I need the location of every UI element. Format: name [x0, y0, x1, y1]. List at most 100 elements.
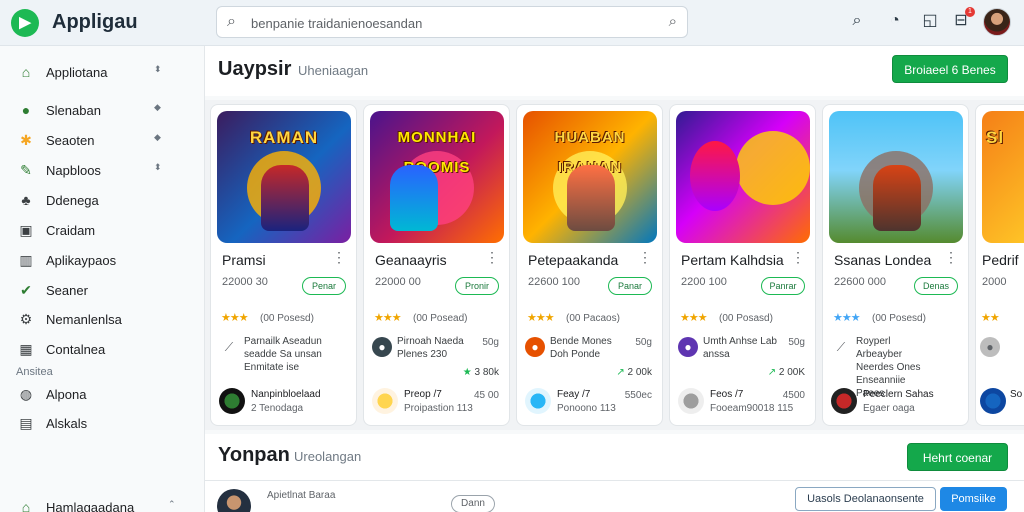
install-button[interactable]: Panrar — [761, 277, 805, 295]
search-input[interactable] — [251, 13, 651, 33]
sidebar-item-label: Alskals — [46, 416, 88, 431]
more-vert-icon[interactable]: ⋮ — [638, 249, 652, 266]
developer-stat: 4500 — [782, 390, 805, 401]
list-item-button[interactable]: Dann — [451, 495, 495, 512]
reviewer-avatar: ● — [980, 337, 1000, 357]
link-icon: ⟋ — [836, 340, 846, 354]
sidebar-item-contalnea[interactable]: ▦ Contalnea — [0, 336, 205, 362]
card-size: 22000 00 — [375, 276, 421, 288]
search-icon[interactable]: ⌕ — [846, 10, 868, 32]
sidebar-item-craidam[interactable]: ▣ Craidam — [0, 217, 205, 243]
avatar[interactable] — [983, 8, 1011, 36]
section-header: Uaypsir Uheniaagan Broiaeel 6 Benes — [205, 46, 1024, 96]
artwork-character — [873, 165, 921, 231]
more-vert-icon[interactable]: ⋮ — [332, 249, 346, 266]
more-vert-icon[interactable]: ⋮ — [791, 249, 805, 266]
bookmark-icon[interactable]: ◱ — [919, 10, 941, 32]
sidebar-item-seaner[interactable]: ✔ Seaner — [0, 277, 205, 303]
app-card[interactable]: Pertam Kalhdsia ⋮ 2200 100 Panrar ★★★ (0… — [669, 104, 816, 426]
sidebar-item-alpona[interactable]: ◍ Alpona — [0, 381, 205, 407]
chevron-down-icon[interactable]: ⬍ — [154, 162, 162, 173]
rating-count: (00 Pacaos) — [566, 313, 620, 324]
developer-name: Preop /7 — [404, 389, 442, 400]
app-card[interactable]: HUABAN IRAHAN Petepaakanda ⋮ 22600 100 P… — [516, 104, 663, 426]
app-card[interactable]: Sl Pedrif 2000 ★★ ● So — [975, 104, 1024, 426]
grid-icon: ▦ — [19, 341, 33, 357]
cart-icon[interactable]: ⊟ 1 — [950, 7, 975, 32]
sidebar-item-label: Ddenega — [46, 193, 99, 208]
reviewer-avatar: ● — [525, 337, 545, 357]
developer-avatar[interactable] — [678, 388, 704, 414]
section-action-button[interactable]: Hehrt coenar — [907, 443, 1008, 471]
app-artwork[interactable]: MONNHAI ROOMIS — [370, 111, 504, 243]
sidebar-item-hamlagaadana[interactable]: ⌂ Hamlagaadana ⌃ — [0, 494, 205, 512]
sidebar-item-label: Slenaban — [46, 103, 101, 118]
more-vert-icon[interactable]: ⋮ — [485, 249, 499, 266]
app-artwork[interactable] — [676, 111, 810, 243]
more-vert-icon[interactable]: ⋮ — [944, 249, 958, 266]
card-size: 22600 000 — [834, 276, 886, 288]
play-arrow-icon[interactable]: ▶ — [11, 9, 39, 37]
primary-button[interactable]: Pomsiike — [940, 487, 1007, 511]
list-item[interactable]: Apietlnat Baraa Dann Uasols Deolanaonsen… — [205, 480, 1024, 512]
search-icon[interactable]: ⌕ — [669, 13, 677, 30]
artwork-title: HUABAN IRAHAN — [554, 129, 626, 176]
book-icon: ▣ — [19, 222, 33, 238]
developer-avatar[interactable] — [219, 388, 245, 414]
review-text: Pirnoah Naeda Plenes 230 — [397, 336, 464, 360]
install-button[interactable]: Denas — [914, 277, 958, 295]
sidebar-item-nemanlenlsa[interactable]: ⚙ Nemanlenlsa — [0, 306, 205, 332]
developer-stat: 550ec — [624, 390, 652, 401]
card-size: 22600 100 — [528, 276, 580, 288]
developer-avatar[interactable] — [980, 388, 1006, 414]
developer-meta: Ponoono 113 — [557, 403, 616, 414]
app-icon: ▥ — [19, 252, 33, 268]
sidebar-item-aplikaypaos[interactable]: ▥ Aplikaypaos — [0, 247, 205, 273]
sidebar-item-seaoten[interactable]: ✱ Seaoten ◆ — [0, 127, 205, 153]
chevron-icon[interactable]: ◆ — [154, 102, 161, 113]
home-icon: ⌂ — [21, 499, 31, 512]
artwork-character — [261, 165, 309, 231]
palette-icon[interactable]: ◔ — [884, 10, 906, 32]
download-count-value: 2 00k — [627, 367, 652, 378]
circle-icon: ● — [21, 102, 31, 118]
chevron-icon[interactable]: ◆ — [154, 132, 161, 143]
avatar[interactable] — [217, 489, 251, 512]
people-icon: ♣ — [21, 192, 31, 208]
sidebar-item-alskals[interactable]: ▤ Alskals — [0, 410, 205, 436]
developer-avatar[interactable] — [525, 388, 551, 414]
review-meta: 50g — [788, 337, 805, 348]
app-artwork[interactable]: Sl — [982, 111, 1024, 243]
globe-icon: ◍ — [19, 386, 33, 402]
search-icon: ⌕ — [227, 13, 236, 30]
sidebar-item-home[interactable]: ⌂ Appliotana ⬍ — [0, 59, 205, 85]
install-button[interactable]: Penar — [302, 277, 346, 295]
section-title: Uaypsir — [218, 58, 292, 80]
app-card[interactable]: RAMAN Pramsi ⋮ 22000 30 Penar ★★★ (00 Po… — [210, 104, 357, 426]
secondary-button[interactable]: Uasols Deolanaonsente — [795, 487, 936, 511]
download-count-value: 2 00K — [778, 367, 805, 378]
app-card[interactable]: MONNHAI ROOMIS Geanaayris ⋮ 22000 00 Pro… — [363, 104, 510, 426]
install-button[interactable]: Pronir — [455, 277, 499, 295]
app-artwork[interactable] — [829, 111, 963, 243]
search-bar[interactable]: ⌕ ⌕ — [216, 6, 688, 38]
artwork-glow — [736, 131, 810, 205]
developer-avatar[interactable] — [831, 388, 857, 414]
artwork-title: Sl — [986, 128, 1005, 147]
card-size: 22000 30 — [222, 276, 268, 288]
app-card-carousel: RAMAN Pramsi ⋮ 22000 30 Penar ★★★ (00 Po… — [205, 100, 1024, 430]
app-artwork[interactable]: RAMAN — [217, 111, 351, 243]
sidebar-item-napbloos[interactable]: ✎ Napbloos ⬍ — [0, 157, 205, 183]
chevron-down-icon[interactable]: ⬍ — [154, 64, 162, 75]
sidebar-item-ddenega[interactable]: ♣ Ddenega — [0, 187, 205, 213]
app-card[interactable]: Ssanas Londea ⋮ 22600 000 Denas ★★★ (00 … — [822, 104, 969, 426]
rating-count: (00 Posead) — [413, 313, 468, 324]
install-button[interactable]: Panar — [608, 277, 652, 295]
section-action-button[interactable]: Broiaeel 6 Benes — [892, 55, 1008, 83]
sidebar-item-slenaban[interactable]: ● Slenaban ◆ — [0, 97, 205, 123]
developer-stat: 45 00 — [473, 390, 499, 401]
app-artwork[interactable]: HUABAN IRAHAN — [523, 111, 657, 243]
developer-avatar[interactable] — [372, 388, 398, 414]
chevron-up-icon[interactable]: ⌃ — [168, 499, 176, 510]
rating-count: (00 Posesd) — [260, 313, 314, 324]
